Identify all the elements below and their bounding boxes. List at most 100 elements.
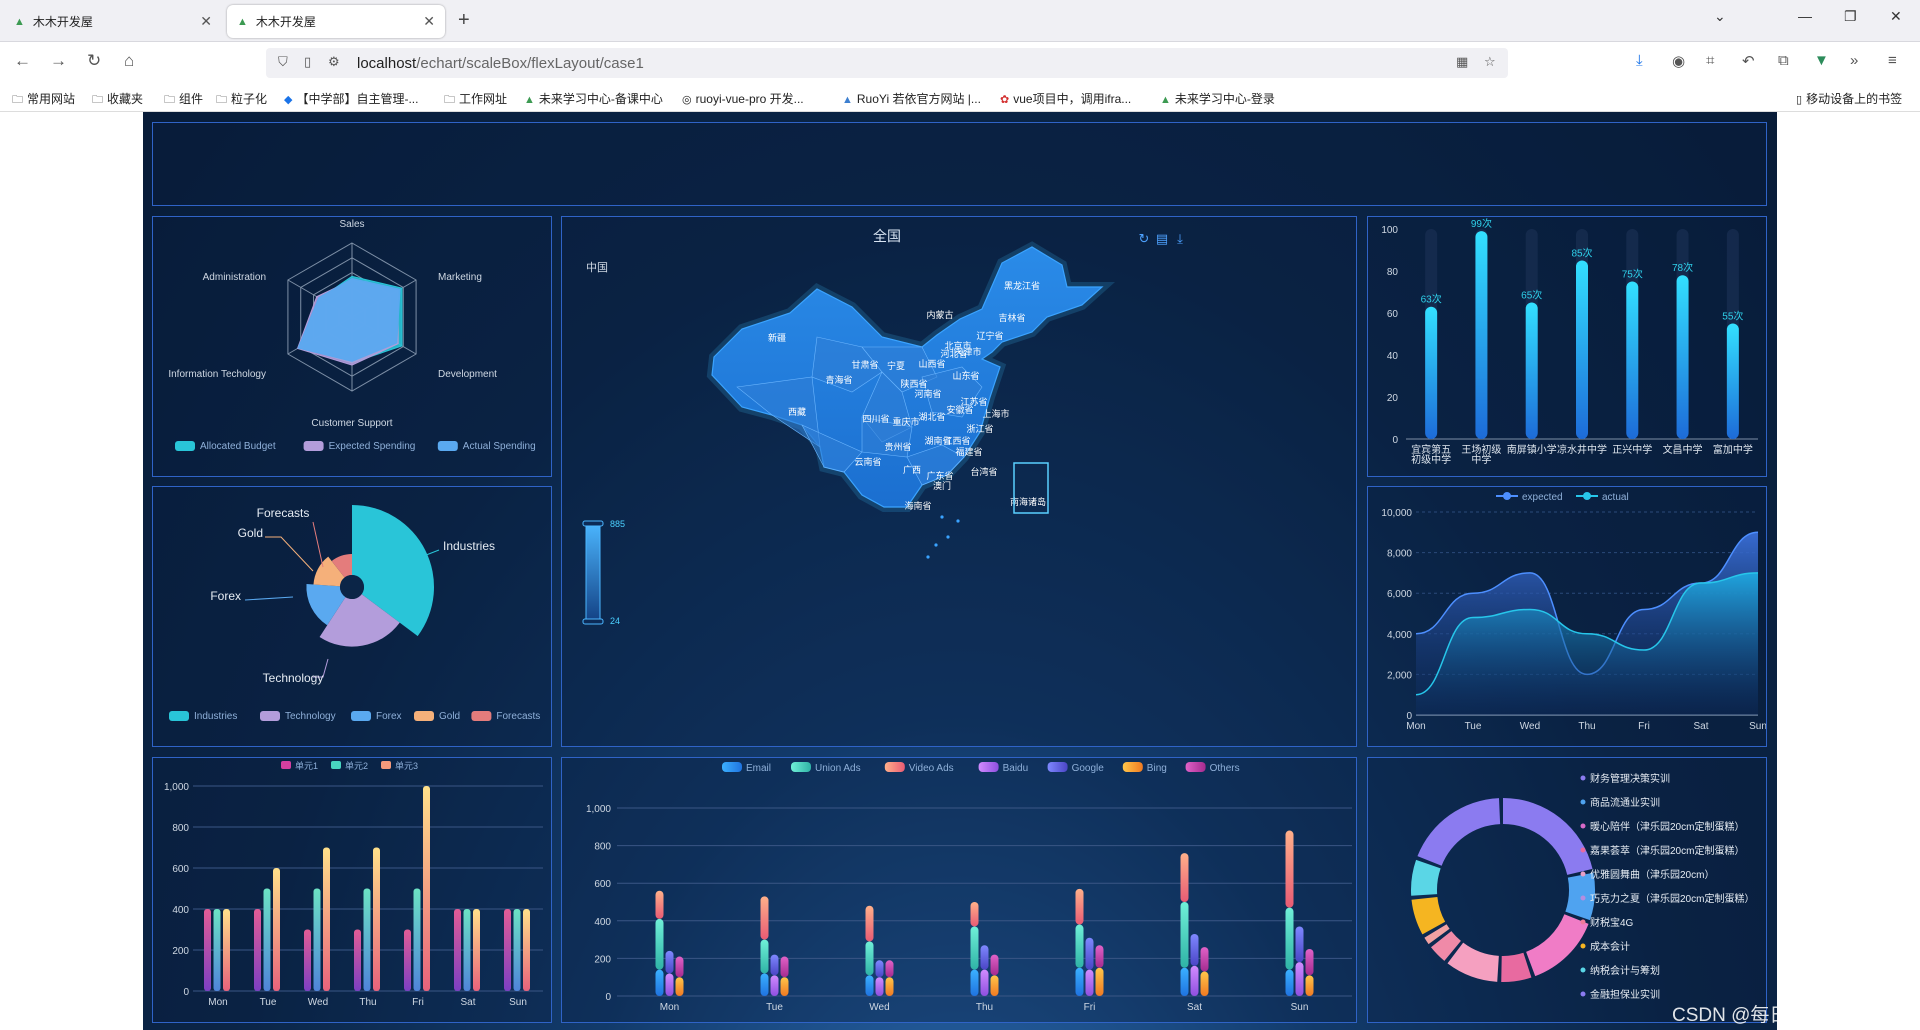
bar [423,786,430,991]
bookmark-item[interactable]: ◆ 【中学部】自主管理-... [284,90,418,107]
legend-swatch [331,761,341,769]
close-tab-icon[interactable]: ✕ [200,13,212,30]
map-region-label: 贵州省 [884,441,911,452]
bookmark-star-icon[interactable]: ☆ [1484,54,1496,70]
legend-swatch [722,762,742,772]
bookmark-item[interactable]: 🗀 工作网址 [444,90,507,110]
folder-icon: 🗀 [12,94,23,106]
bookmark-item[interactable]: 🗀 粒子化 [216,90,267,110]
restore-icon[interactable]: ❐ [1844,8,1857,25]
forward-icon[interactable]: → [50,51,67,71]
rose-chart-panel: Industries Technology Forex Gold Forecasts In… [152,486,552,747]
close-tab-icon[interactable]: ✕ [423,13,435,30]
bookmark-item[interactable]: ▯ 移动设备上的书签 [1796,90,1902,107]
bookmark-item[interactable]: ✿ vue项目中，调用ifra... [1000,90,1131,107]
stacked-bar-segment [770,975,779,996]
address-bar[interactable]: ⛉ ▯ ⚙ localhost/echart/scaleBox/flexLayo… [266,48,1508,78]
qr-code-icon[interactable]: ▦ [1456,54,1468,70]
permissions-icon[interactable]: ⚙ [328,54,340,70]
x-tick-label: Tue [260,997,277,1008]
url-text[interactable]: localhost/echart/scaleBox/flexLayout/cas… [357,55,644,72]
stacked-bar-segment [760,973,769,996]
map-region-label: 青海省 [825,374,852,385]
island-dot [946,535,950,539]
stacked-bar-segment [1180,902,1189,968]
close-window-icon[interactable]: ✕ [1890,8,1902,25]
legend-dot [1580,871,1586,877]
undo-icon[interactable]: ↶ [1742,52,1755,70]
tab-list-chevron-icon[interactable]: ⌄ [1714,8,1726,25]
legend-label: 财务管理决策实训 [1590,772,1670,785]
stacked-bar-segment [1200,971,1209,996]
bookmark-item[interactable]: 🗀 常用网站 [12,90,75,110]
vue-devtools-icon[interactable]: ▼ [1814,52,1829,69]
bar [204,909,211,991]
donut-slice [1417,798,1501,866]
download-icon[interactable]: ⤓ [1177,231,1183,246]
stacked-bar-segment [770,954,779,976]
map-region-label: 吉林省 [998,312,1025,323]
map-region-label: 广东省 [926,470,953,481]
stacked-bar-segment [875,977,884,996]
map-region-label: 澳门 [933,480,951,491]
new-tab-icon[interactable]: + [458,9,470,32]
grouped-bar-chart-panel: 0 200 400 600 800 1,000 Mon Tue Wed Thu Fri Sat Sun 单… [152,757,552,1023]
bookmark-item[interactable]: ▲ 未来学习中心-备课中心 [524,90,663,107]
legend-swatch [260,711,280,721]
bookmark-item[interactable]: ◎ ruoyi-vue-pro 开发... [682,90,804,107]
radar-legend-label: Actual Spending [463,441,536,452]
browser-tab[interactable]: ▲ 木木开发屋 ✕ [4,5,222,38]
shield-icon[interactable]: ⛉ [278,54,288,70]
stacked-bar-segment [1075,924,1084,968]
legend-label: 单元1 [295,760,318,771]
x-tick-label: Sun [509,997,527,1008]
legend-label: Union Ads [815,763,861,774]
stacked-bar-segment [1095,967,1104,996]
x-tick-label: Fri [1638,721,1650,732]
legend-label: 财税宝4G [1590,916,1634,929]
refresh-icon[interactable]: ↻ [1139,231,1150,246]
visualmap-min-label: 24 [610,616,620,626]
x-tick-label: Fri [412,997,424,1008]
bookmark-item[interactable]: 🗀 组件 [164,90,203,110]
radar-legend-label: Allocated Budget [200,441,276,452]
back-icon[interactable]: ← [14,51,31,71]
map-region-label: 河北省 [940,348,967,359]
folder-icon: 🗀 [216,94,227,106]
more-tools-icon[interactable]: » [1850,52,1858,69]
x-tick-label: 凉水井中学 [1557,443,1607,456]
data-view-icon[interactable]: ▤ [1156,231,1168,246]
y-tick-label: 1,000 [586,804,611,815]
map-region-label: 台湾省 [970,466,997,477]
bookmark-item[interactable]: 🗀 收藏夹 [92,90,143,110]
stacked-bar-segment [655,918,664,970]
y-tick-label: 400 [172,905,189,916]
minimize-icon[interactable]: — [1798,8,1812,24]
stacked-bar-segment [665,973,674,996]
bookmark-item[interactable]: ▲ 未来学习中心-登录 [1160,90,1275,107]
browser-tab-active[interactable]: ▲ 木木开发屋 ✕ [227,5,445,38]
home-icon[interactable]: ⌂ [124,51,134,71]
bar-value-label: 99次 [1471,217,1492,230]
reload-icon[interactable]: ↻ [87,51,101,71]
bookmark-item[interactable]: ▲ RuoYi 若依官方网站 |... [842,90,981,107]
download-icon[interactable]: ⤓ [1636,52,1643,69]
island-dot [956,519,960,523]
account-icon[interactable]: ◉ [1672,52,1685,70]
x-tick-label: Thu [1578,721,1595,732]
extensions-icon[interactable]: ⧉ [1778,52,1789,69]
stacked-bar-segment [970,926,979,970]
browser-toolbar: ← → ↻ ⌂ ⛉ ▯ ⚙ localhost/echart/scaleBox/… [0,42,1920,84]
x-tick-label: 正兴中学 [1612,443,1652,456]
bar [304,929,311,991]
y-tick-label: 800 [172,823,189,834]
legend-dot [1580,799,1586,805]
map-region-label: 浙江省 [966,423,993,434]
crop-icon[interactable]: ⌗ [1706,52,1714,69]
menu-icon[interactable]: ≡ [1888,52,1897,69]
bar-value-label: 65次 [1521,289,1542,302]
x-tick-label: Mon [208,997,227,1008]
chart-svg: 02,0004,0006,0008,00010,000Mon Tue Wed Thu F… [1381,492,1766,732]
stacked-bar-segment [1190,933,1199,966]
stacked-bar-segment [760,896,769,940]
